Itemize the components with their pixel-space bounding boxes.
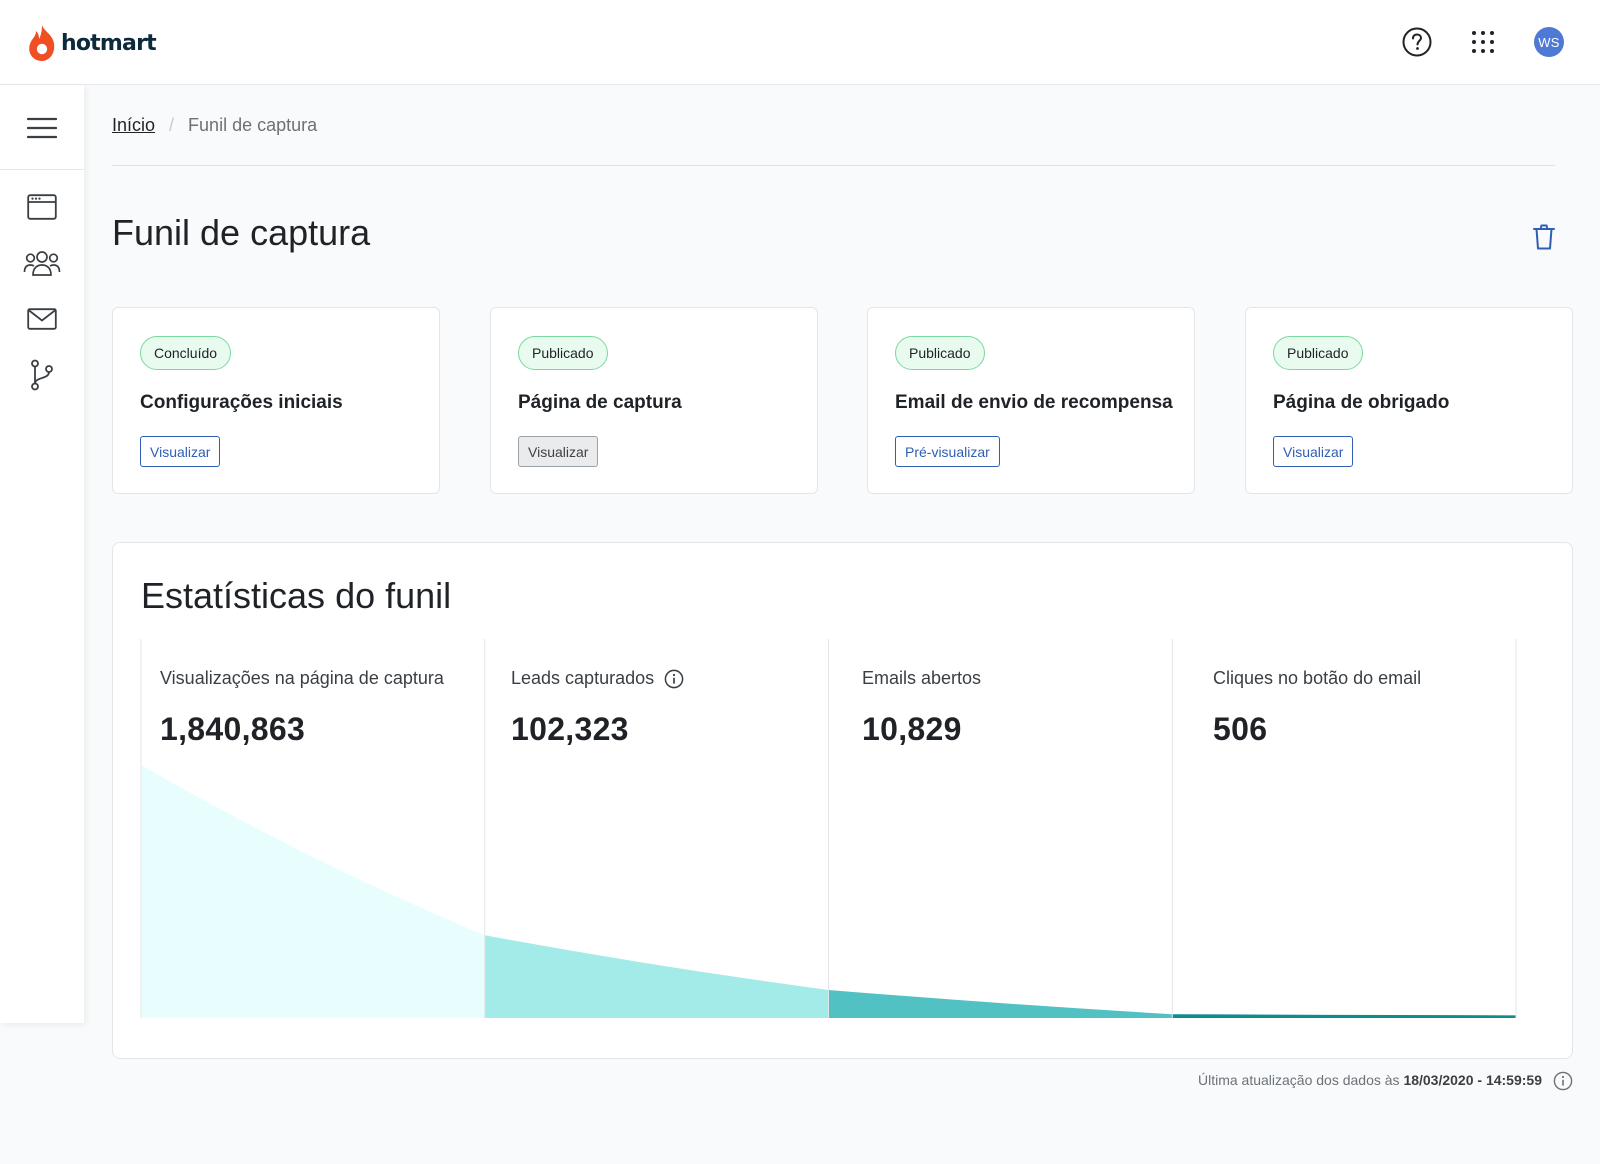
step-title: Configurações iniciais — [140, 392, 343, 413]
sidebar-item-pages[interactable] — [22, 187, 62, 227]
logo-text: hotmart — [61, 30, 157, 56]
metric-label: Emails abertos — [862, 668, 982, 688]
stats-title: Estatísticas do funil — [141, 575, 452, 616]
delete-funnel-button[interactable] — [1528, 220, 1560, 254]
sidebar-item-contacts[interactable] — [22, 243, 62, 283]
step-card-capture-page: Publicado Página de captura Visualizar — [490, 307, 818, 494]
apps-grid-icon[interactable] — [1465, 24, 1501, 60]
page-title: Funil de captura — [112, 212, 371, 253]
browser-window-icon — [27, 194, 57, 220]
view-button[interactable]: Visualizar — [518, 436, 599, 467]
envelope-icon — [27, 308, 57, 330]
preview-button[interactable]: Pré-visualizar — [895, 436, 1000, 467]
funnel-segment — [484, 935, 829, 1018]
funnel-chart — [140, 639, 1517, 1018]
breadcrumb: Início / Funil de captura — [112, 112, 317, 138]
breadcrumb-divider — [112, 165, 1555, 166]
last-update-timestamp: 18/03/2020 - 14:59:59 — [1403, 1072, 1542, 1088]
funnel-segment — [1172, 1014, 1516, 1018]
metric-label: Leads capturados — [511, 668, 851, 689]
sidebar-item-emails[interactable] — [22, 299, 62, 339]
step-title: Página de obrigado — [1273, 392, 1450, 413]
sidebar-item-funnels[interactable] — [22, 355, 62, 395]
trash-icon — [1533, 224, 1555, 250]
users-group-icon — [23, 251, 61, 276]
hotmart-logo[interactable]: hotmart — [26, 22, 157, 64]
status-badge: Publicado — [1273, 336, 1363, 370]
metric-value: 506 — [1213, 711, 1268, 747]
info-icon[interactable] — [664, 669, 684, 689]
menu-hamburger-icon[interactable] — [24, 111, 60, 145]
metric-value: 10,829 — [862, 711, 962, 747]
user-avatar[interactable]: WS — [1534, 27, 1564, 57]
breadcrumb-current: Funil de captura — [188, 114, 318, 135]
metric-emails-opened: Emails abertos 10,829 — [862, 668, 1202, 748]
info-icon[interactable] — [1553, 1071, 1573, 1091]
funnel-segment — [828, 989, 1173, 1018]
sidebar — [0, 85, 84, 1023]
status-badge: Publicado — [518, 336, 608, 370]
view-button[interactable]: Visualizar — [140, 436, 221, 467]
status-badge: Publicado — [895, 336, 985, 370]
branch-icon — [31, 359, 53, 391]
metric-leads: Leads capturados 102,323 — [511, 668, 851, 748]
last-update-note: Última atualização dos dados às 18/03/20… — [1197, 1072, 1542, 1088]
metric-value: 1,840,863 — [160, 711, 306, 747]
help-icon[interactable] — [1399, 24, 1435, 60]
status-badge: Concluído — [140, 336, 232, 370]
funnel-segment — [141, 765, 485, 1018]
step-card-reward-email: Publicado Email de envio de recompensa P… — [867, 307, 1195, 494]
metric-email-clicks: Cliques no botão do email 506 — [1213, 668, 1553, 748]
metric-label: Cliques no botão do email — [1213, 668, 1422, 688]
metric-value: 102,323 — [511, 711, 629, 747]
step-card-initial-settings: Concluído Configurações iniciais Visuali… — [112, 307, 440, 494]
step-card-thank-you-page: Publicado Página de obrigado Visualizar — [1245, 307, 1573, 494]
view-button[interactable]: Visualizar — [1273, 436, 1354, 467]
breadcrumb-home-link[interactable]: Início — [112, 115, 155, 136]
step-title: Página de captura — [518, 392, 682, 413]
funnel-stats-panel: Estatísticas do funil Visualizações na p… — [112, 542, 1573, 1059]
breadcrumb-separator: / — [169, 114, 175, 135]
metric-label: Visualizações na página de captura — [160, 668, 444, 688]
top-bar: hotmart WS — [0, 0, 1600, 85]
sidebar-divider — [0, 169, 84, 170]
metric-page-views: Visualizações na página de captura 1,840… — [160, 668, 500, 748]
flame-icon — [29, 25, 55, 61]
step-title: Email de envio de recompensa — [895, 392, 1173, 413]
